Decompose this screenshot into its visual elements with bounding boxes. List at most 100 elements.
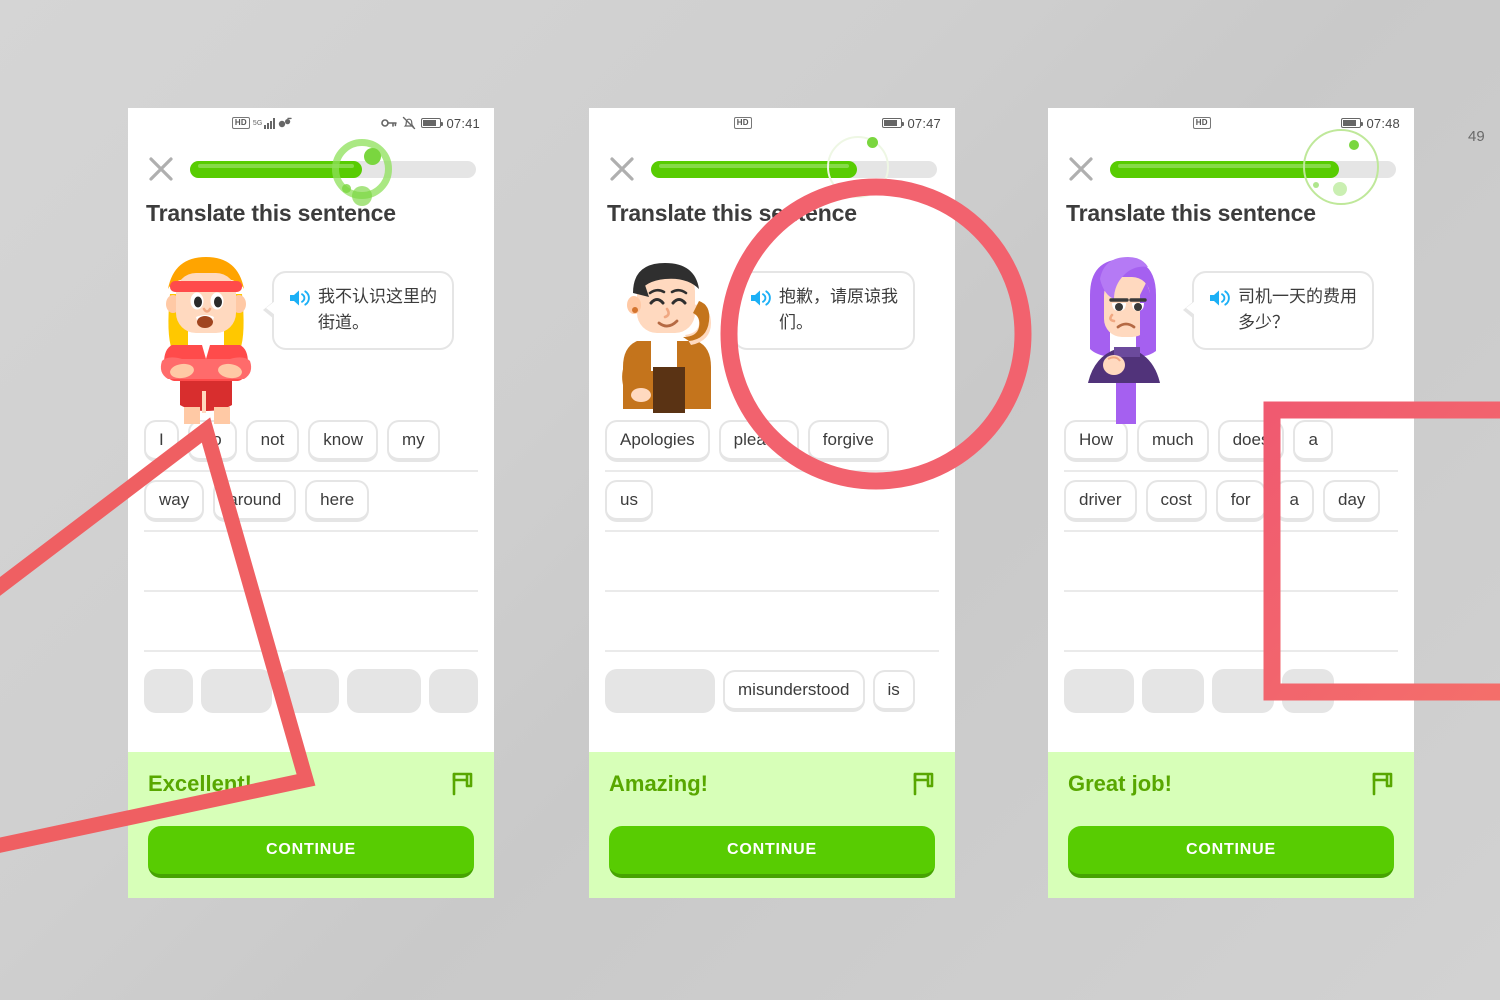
answer-line[interactable] <box>605 592 939 652</box>
hd-icon: HD <box>1192 117 1211 129</box>
feedback-top-row: Amazing! <box>609 770 935 798</box>
speech-bubble[interactable]: 我不认识这里的街道。 <box>263 271 454 350</box>
answer-tile[interactable]: does <box>1217 420 1285 462</box>
phone-screen-1: HD 5G 07:41 Translate this sentence 我不认识这里的街… <box>128 108 494 898</box>
word-bank-placeholder <box>1064 669 1134 713</box>
character-illustration <box>1066 249 1186 425</box>
answer-tile[interactable]: How <box>1064 420 1129 462</box>
word-bank-placeholder <box>605 669 715 713</box>
answer-tile[interactable]: please <box>718 420 799 462</box>
answer-area: How much does a driver cost for a day <box>1048 412 1414 652</box>
status-bar: HD 07:47 <box>589 108 955 138</box>
feedback-message: Excellent! <box>148 771 252 796</box>
answer-tile[interactable]: for <box>1215 480 1266 522</box>
answer-line[interactable] <box>1064 592 1398 652</box>
answer-tile[interactable]: know <box>308 420 378 462</box>
continue-button[interactable]: CONTINUE <box>1068 826 1394 878</box>
word-bank <box>1048 652 1414 714</box>
speaker-icon[interactable] <box>749 288 771 308</box>
answer-line[interactable]: driver cost for a day <box>1064 472 1398 532</box>
answer-tile[interactable]: not <box>245 420 300 462</box>
answer-tile[interactable]: cost <box>1145 480 1207 522</box>
phone-screen-2: HD 07:47 Translate this sentence 抱歉，请原谅我们。 A… <box>589 108 955 898</box>
answer-tile[interactable]: forgive <box>807 420 889 462</box>
continue-button[interactable]: CONTINUE <box>148 826 474 878</box>
lesson-header <box>1048 129 1414 205</box>
side-frame-number: 49 <box>1468 128 1485 145</box>
progress-fill <box>651 160 857 178</box>
progress-track <box>190 160 476 178</box>
progress-burst-dot <box>866 137 878 148</box>
continue-button[interactable]: CONTINUE <box>609 826 935 878</box>
answer-line[interactable] <box>1064 532 1398 592</box>
progress-track <box>651 160 937 178</box>
close-icon[interactable] <box>607 154 637 184</box>
answer-tile[interactable]: a <box>1274 480 1315 522</box>
close-icon[interactable] <box>1066 154 1096 184</box>
answer-line[interactable] <box>144 532 478 592</box>
answer-line[interactable] <box>144 592 478 652</box>
feedback-footer: Amazing! CONTINUE <box>589 752 955 898</box>
word-bank-tile[interactable]: misunderstood <box>723 670 865 712</box>
progress-fill <box>1110 160 1339 178</box>
battery-icon <box>882 118 905 128</box>
speech-bubble[interactable]: 抱歉，请原谅我们。 <box>724 271 915 350</box>
lesson-header <box>589 136 955 198</box>
answer-tile[interactable]: do <box>187 420 237 462</box>
page-title: Translate this sentence <box>1066 200 1316 226</box>
status-bar-right: 07:48 <box>1341 116 1400 131</box>
status-clock: 07:41 <box>446 115 480 131</box>
progress-bar[interactable] <box>1110 129 1396 205</box>
status-bar: HD 07:48 <box>1048 108 1414 138</box>
speaker-icon[interactable] <box>1208 288 1230 308</box>
report-flag-icon[interactable] <box>448 770 474 798</box>
progress-burst-dot <box>1348 140 1359 150</box>
word-bank-placeholder <box>1212 669 1274 713</box>
answer-tile[interactable]: way <box>144 480 205 522</box>
character-purple-haired-woman <box>1088 257 1160 425</box>
speech-bubble[interactable]: 司机一天的费用多少？ <box>1183 271 1374 350</box>
answer-line[interactable] <box>605 532 939 592</box>
speaker-icon[interactable] <box>288 288 310 308</box>
prompt-text: 司机一天的费用多少？ <box>1238 287 1357 333</box>
answer-tile[interactable]: us <box>605 480 653 522</box>
feedback-message: Great job! <box>1068 771 1172 796</box>
answer-line[interactable]: us <box>605 472 939 532</box>
word-bank-tile[interactable]: is <box>872 670 915 712</box>
status-bar-center: HD <box>603 117 882 129</box>
vpn-key-icon <box>381 119 398 127</box>
page-title: Translate this sentence <box>607 200 857 226</box>
network-type-label: 5G <box>252 119 263 127</box>
answer-tile[interactable]: my <box>386 420 440 462</box>
word-bank-placeholder <box>428 669 479 713</box>
answer-tile[interactable]: day <box>1323 480 1381 522</box>
character-blonde-woman <box>160 257 252 425</box>
status-bar-right: 07:47 <box>882 116 941 131</box>
lesson-header <box>128 138 494 206</box>
answer-line[interactable]: way around here <box>144 472 478 532</box>
answer-tile[interactable]: a <box>1293 420 1333 462</box>
close-icon[interactable] <box>146 154 176 184</box>
progress-bar[interactable] <box>651 136 937 198</box>
progress-fill <box>190 160 362 178</box>
progress-burst-dot <box>1332 182 1347 196</box>
answer-tile[interactable]: driver <box>1064 480 1137 522</box>
phone-screen-3: HD 07:48 Translate this sentence 司机一天的费用多少？… <box>1048 108 1414 898</box>
feedback-message: Amazing! <box>609 771 708 796</box>
status-bar-right: 07:41 <box>381 116 480 131</box>
answer-area: Apologies please forgive us <box>589 412 955 652</box>
prompt-area: 司机一天的费用多少？ <box>1048 227 1414 425</box>
report-flag-icon[interactable] <box>909 770 935 798</box>
progress-burst-dot <box>844 182 853 190</box>
progress-bar[interactable] <box>190 139 476 206</box>
signal-bars-icon <box>263 117 275 129</box>
answer-tile[interactable]: I <box>144 420 179 462</box>
answer-tile[interactable]: around <box>213 480 297 522</box>
report-flag-icon[interactable] <box>1368 770 1394 798</box>
answer-tile[interactable]: much <box>1137 420 1209 462</box>
word-bank: misunderstood is <box>589 652 955 714</box>
answer-tile[interactable]: here <box>305 480 370 522</box>
feedback-top-row: Great job! <box>1068 770 1394 798</box>
progress-burst-dot <box>341 184 351 193</box>
answer-tile[interactable]: Apologies <box>605 420 710 462</box>
